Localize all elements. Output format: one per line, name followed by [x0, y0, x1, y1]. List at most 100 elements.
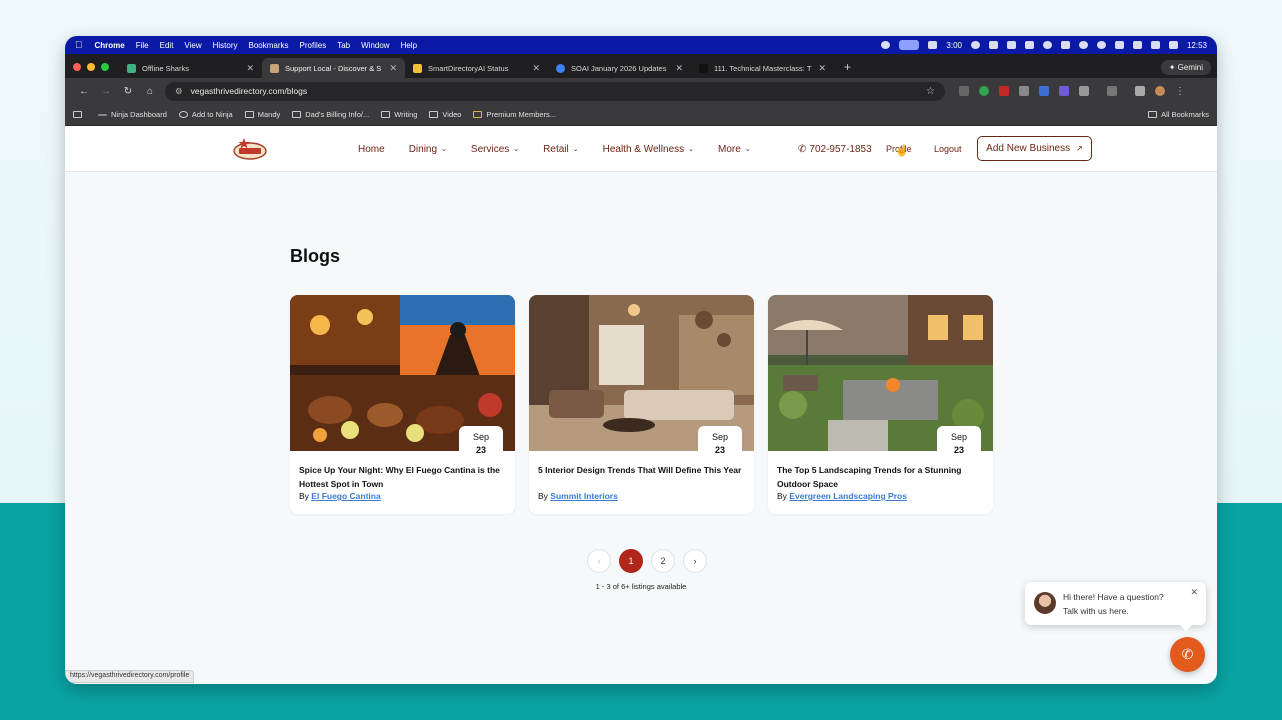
app-icon[interactable] [970, 41, 980, 49]
author-link[interactable]: El Fuego Cantina [311, 491, 380, 501]
screen-share-icon[interactable] [899, 40, 920, 50]
close-tab-icon[interactable]: ✕ [532, 63, 540, 74]
nav-dining[interactable]: Dining ⌄ [409, 144, 447, 155]
nav-health-wellness[interactable]: Health & Wellness ⌄ [603, 144, 694, 155]
clock-readout[interactable]: 12:53 [1187, 41, 1207, 50]
menu-file[interactable]: File [136, 41, 149, 50]
kebab-menu-icon[interactable]: ⋮ [1175, 86, 1185, 97]
tab-technical-masterclass[interactable]: 111. Technical Masterclass: T ✕ [691, 58, 834, 78]
menu-edit[interactable]: Edit [160, 41, 174, 50]
by-label: By [299, 491, 309, 501]
close-tab-icon[interactable]: ✕ [389, 63, 397, 74]
blog-title[interactable]: The Top 5 Landscaping Trends for a Stunn… [777, 463, 982, 491]
menu-history[interactable]: History [213, 41, 238, 50]
gemini-button[interactable]: ✦ Gemini [1160, 60, 1211, 75]
control-center-icon[interactable] [1168, 41, 1178, 49]
apple-icon[interactable]:  [75, 40, 83, 51]
chat-popup[interactable]: Hi there! Have a question? Talk with us … [1025, 582, 1206, 631]
close-tab-icon[interactable]: ✕ [818, 63, 826, 74]
bookmark-item[interactable]: Premium Members... [473, 110, 556, 119]
wifi-icon[interactable] [1132, 41, 1142, 49]
reload-icon[interactable]: ↻ [117, 86, 139, 97]
control-icon[interactable] [1024, 41, 1034, 49]
nav-home[interactable]: Home [358, 144, 385, 155]
page-button-1[interactable]: 1 [619, 549, 643, 573]
tab-offline-sharks[interactable]: Offline Sharks ✕ [119, 58, 262, 78]
zoom-window-button[interactable] [101, 63, 109, 71]
monitor-icon[interactable] [1060, 41, 1070, 49]
tab-smartdirectory-status[interactable]: SmartDirectoryAI Status ✕ [405, 58, 548, 78]
menu-app-name[interactable]: Chrome [95, 41, 125, 50]
record-icon[interactable] [1096, 41, 1106, 49]
new-tab-icon[interactable]: + [844, 60, 851, 74]
back-icon[interactable]: ← [73, 86, 95, 97]
blog-card[interactable]: Sep 23 The Top 5 Landscaping Trends for … [768, 295, 993, 514]
bookmark-folder[interactable]: Writing [381, 110, 417, 119]
site-info-icon[interactable]: ⚙ [175, 86, 183, 97]
logout-link[interactable]: Logout [934, 126, 962, 172]
upload-icon[interactable] [988, 41, 998, 49]
extension-icon[interactable] [1039, 86, 1049, 96]
display-icon[interactable] [928, 41, 938, 49]
close-window-button[interactable] [73, 63, 81, 71]
extension-icon[interactable] [1019, 86, 1029, 96]
address-bar[interactable]: ⚙ vegasthrivedirectory.com/blogs ☆ [165, 81, 945, 101]
nav-retail[interactable]: Retail ⌄ [543, 144, 578, 155]
timer-readout[interactable]: 3:00 [946, 41, 962, 50]
call-button[interactable]: ✆ [1170, 637, 1205, 672]
bookmark-folder[interactable]: Mandy [244, 110, 280, 119]
extension-icon[interactable] [999, 86, 1009, 96]
site-logo[interactable] [233, 137, 267, 161]
extension-icon[interactable] [959, 86, 969, 96]
author-link[interactable]: Evergreen Landscaping Pros [789, 491, 907, 501]
nav-more[interactable]: More ⌄ [718, 144, 751, 155]
search-icon[interactable] [1078, 41, 1088, 49]
phone-link[interactable]: ✆ 702-957-1853 [798, 126, 872, 172]
bookmark-folder[interactable]: Dad's Billing Info/... [292, 110, 369, 119]
menu-window[interactable]: Window [361, 41, 389, 50]
tab-soai-updates[interactable]: SOAI January 2026 Updates ✕ [548, 58, 691, 78]
bookmark-folder[interactable]: Video [429, 110, 461, 119]
author-link[interactable]: Summit Interiors [550, 491, 618, 501]
menu-tab[interactable]: Tab [337, 41, 350, 50]
page-button-2[interactable]: 2 [651, 549, 675, 573]
menu-view[interactable]: View [184, 41, 201, 50]
add-new-business-button[interactable]: Add New Business ↗ [977, 136, 1092, 161]
minimize-window-button[interactable] [87, 63, 95, 71]
menu-help[interactable]: Help [401, 41, 417, 50]
close-tab-icon[interactable]: ✕ [675, 63, 683, 74]
status-icon[interactable] [881, 41, 891, 49]
bookmark-item[interactable]: Add to Ninja [178, 110, 233, 119]
battery-icon[interactable] [1150, 41, 1160, 49]
blog-title[interactable]: 5 Interior Design Trends That Will Defin… [538, 463, 743, 477]
blog-card[interactable]: Sep 23 5 Interior Design Trends That Wil… [529, 295, 754, 514]
shield-icon[interactable] [1114, 41, 1124, 49]
side-panel-icon[interactable] [1107, 86, 1117, 96]
all-bookmarks[interactable]: All Bookmarks [1148, 110, 1209, 119]
blog-card[interactable]: Sep 23 Spice Up Your Night: Why El Fuego… [290, 295, 515, 514]
close-tab-icon[interactable]: ✕ [246, 63, 254, 74]
tab-support-local[interactable]: Support Local - Discover & S ✕ [262, 58, 405, 78]
dots-icon[interactable] [1042, 41, 1052, 49]
apps-icon[interactable] [73, 111, 86, 118]
close-chat-icon[interactable]: ✕ [1190, 587, 1198, 598]
menu-bookmarks[interactable]: Bookmarks [249, 41, 289, 50]
url-text[interactable]: vegasthrivedirectory.com/blogs [191, 86, 308, 96]
bookmark-label: Dad's Billing Info/... [305, 110, 370, 119]
bookmark-star-icon[interactable]: ☆ [926, 86, 935, 97]
forward-icon[interactable]: → [95, 86, 117, 97]
nav-services[interactable]: Services ⌄ [471, 144, 519, 155]
dropbox-icon[interactable] [1006, 41, 1016, 49]
profile-avatar[interactable] [1155, 86, 1165, 96]
extensions-puzzle-icon[interactable] [1079, 86, 1089, 96]
blog-title[interactable]: Spice Up Your Night: Why El Fuego Cantin… [299, 463, 504, 491]
download-icon[interactable] [1135, 86, 1145, 96]
prev-page-button[interactable]: ‹ [587, 549, 611, 573]
bookmark-item[interactable]: Ninja Dashboard [98, 110, 167, 119]
extension-icon[interactable] [979, 86, 989, 96]
next-page-button[interactable]: › [683, 549, 707, 573]
tab-favicon-icon [556, 63, 565, 73]
home-icon[interactable]: ⌂ [139, 86, 161, 97]
menu-profiles[interactable]: Profiles [300, 41, 327, 50]
extension-icon[interactable] [1059, 86, 1069, 96]
